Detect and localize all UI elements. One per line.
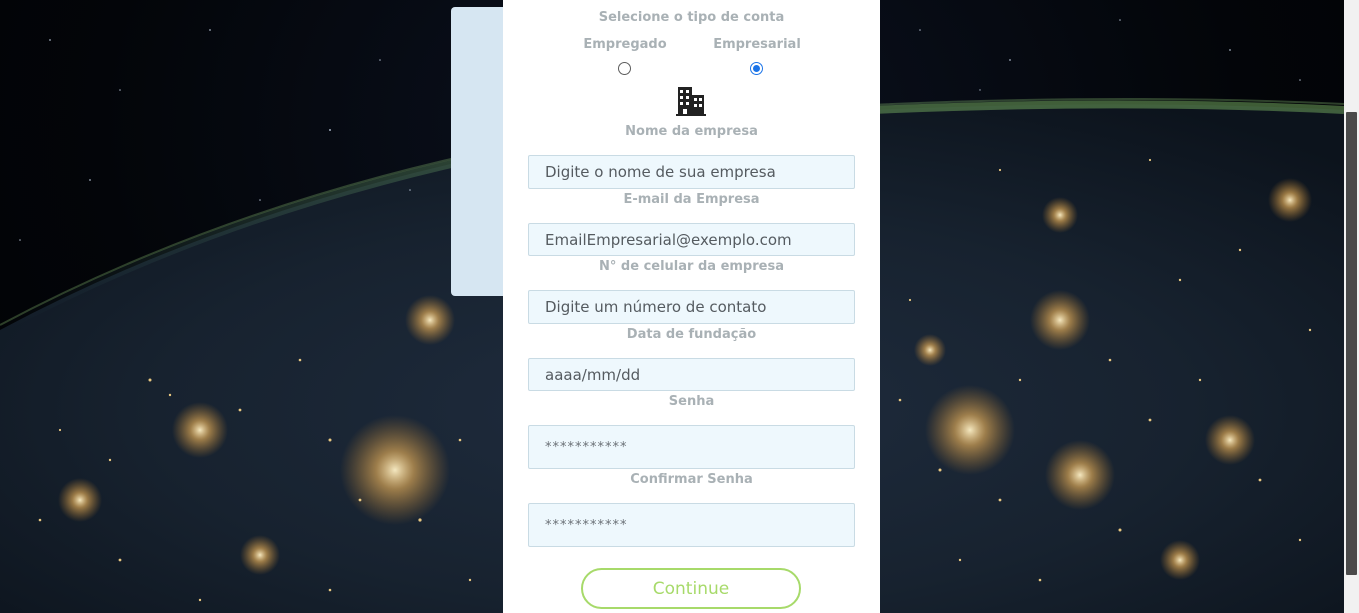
- company-phone-input[interactable]: Digite um número de contato: [528, 290, 855, 324]
- account-type-label-employee: Empregado: [583, 37, 667, 52]
- account-type-title: Selecione o tipo de conta: [598, 10, 785, 25]
- password-input[interactable]: ***********: [528, 425, 855, 469]
- company-name-input[interactable]: Digite o nome de sua empresa: [528, 155, 855, 189]
- founding-date-input[interactable]: aaaa/mm/dd: [528, 358, 855, 391]
- company-email-label: E-mail da Empresa: [623, 192, 760, 207]
- background-card: [451, 7, 511, 296]
- building-icon: [676, 87, 706, 116]
- password-label: Senha: [668, 394, 715, 409]
- company-name-label: Nome da empresa: [625, 124, 758, 139]
- registration-form-panel: Selecione o tipo de conta Empregado Empr…: [503, 0, 880, 613]
- company-phone-label: N° de celular da empresa: [599, 259, 784, 274]
- confirm-password-input[interactable]: ***********: [528, 503, 855, 547]
- confirm-password-label: Confirmar Senha: [630, 472, 753, 487]
- page-scrollbar[interactable]: [1344, 0, 1359, 613]
- account-type-label-business: Empresarial: [713, 37, 801, 52]
- founding-date-label: Data de fundação: [626, 327, 757, 342]
- continue-button[interactable]: Continue: [581, 568, 801, 609]
- scrollbar-thumb[interactable]: [1346, 112, 1357, 575]
- company-email-input[interactable]: EmailEmpresarial@exemplo.com: [528, 223, 855, 256]
- radio-employee[interactable]: [618, 62, 631, 75]
- radio-business[interactable]: [750, 62, 763, 75]
